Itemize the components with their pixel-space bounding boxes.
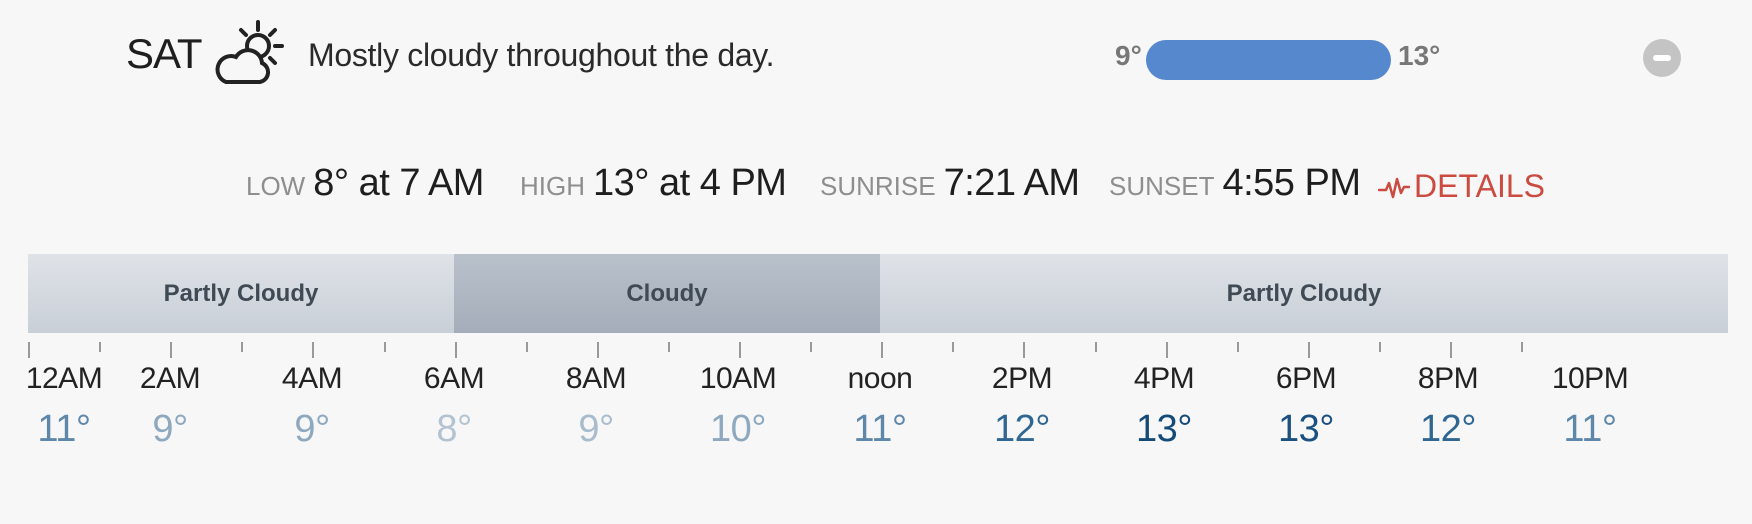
hour-tick	[99, 342, 102, 352]
partly-cloudy-day-icon	[215, 20, 284, 84]
hour-temperature: 13°	[1136, 408, 1192, 450]
hour-temperature: 9°	[578, 408, 614, 450]
hour-temperature: 9°	[294, 408, 330, 450]
hour-label: 12AM	[25, 362, 103, 395]
hour-tick	[1521, 342, 1524, 352]
hour-tick	[1236, 342, 1239, 352]
day-summary-row[interactable]: SAT Mostly cloudy throughout the day. 9°…	[0, 0, 1752, 110]
hour-temperature: 12°	[994, 408, 1050, 450]
hour-temperature: 11°	[37, 408, 91, 450]
hour-tick	[454, 342, 457, 358]
hour-tick	[1307, 342, 1310, 358]
range-low: 9°	[1115, 40, 1142, 71]
hour-tick	[1023, 342, 1026, 358]
conditions-timeline: Partly Cloudy Cloudy Partly Cloudy	[28, 254, 1728, 333]
hour-label: 2AM	[139, 362, 201, 395]
stat-high-label: HIGH	[520, 171, 585, 201]
hour-tick	[810, 342, 813, 352]
hour-tick	[28, 342, 30, 358]
stat-low: LOW 8° at 7 AM	[246, 162, 484, 205]
stat-low-value: 8° at 7 AM	[313, 162, 484, 204]
hour-temperature: 12°	[1420, 408, 1476, 450]
hour-label: 6AM	[423, 362, 485, 395]
stat-sunrise-label: SUNRISE	[820, 171, 936, 201]
hour-label: 8PM	[1417, 362, 1479, 395]
hour-temperature: 11°	[853, 408, 907, 450]
hour-tick	[881, 342, 884, 358]
hour-tick	[1165, 342, 1168, 358]
hour-label: noon	[847, 362, 913, 395]
range-high: 13°	[1398, 40, 1441, 71]
hour-tick	[312, 342, 315, 358]
hour-temperature: 11°	[1563, 408, 1617, 450]
condition-segment: Cloudy	[454, 254, 880, 333]
hour-tick	[525, 342, 528, 352]
hour-tick	[170, 342, 173, 358]
hour-tick	[383, 342, 386, 352]
hour-label: 4AM	[281, 362, 343, 395]
hour-label: 10PM	[1551, 362, 1629, 395]
stat-sunrise-value: 7:21 AM	[943, 162, 1080, 204]
hour-label: 10AM	[699, 362, 777, 395]
hour-tick	[739, 342, 741, 358]
hour-temperature: 9°	[152, 408, 188, 450]
details-link[interactable]: DETAILS	[1377, 168, 1545, 205]
hour-tick	[952, 342, 955, 352]
hour-label: 2PM	[991, 362, 1053, 395]
hour-label: 8AM	[565, 362, 627, 395]
hour-tick	[1378, 342, 1381, 352]
activity-pulse-icon	[1377, 177, 1411, 199]
stat-low-label: LOW	[246, 171, 306, 201]
stat-sunset: SUNSET 4:55 PM	[1109, 162, 1361, 205]
hour-tick	[241, 342, 244, 352]
stat-high-value: 13° at 4 PM	[593, 162, 787, 204]
details-label: DETAILS	[1414, 168, 1545, 204]
hour-temperature: 10°	[710, 408, 766, 450]
hour-tick	[596, 342, 599, 358]
hour-label: 4PM	[1133, 362, 1195, 395]
day-label: SAT	[126, 30, 203, 77]
condition-segment: Partly Cloudy	[880, 254, 1728, 333]
stat-sunset-value: 4:55 PM	[1222, 162, 1361, 204]
day-summary-text: Mostly cloudy throughout the day.	[308, 37, 775, 73]
temperature-range-bar	[1146, 40, 1391, 80]
hour-ticks	[28, 342, 1728, 358]
hour-tick	[1450, 342, 1452, 358]
hour-label: 6PM	[1275, 362, 1337, 395]
hour-temperature: 8°	[436, 408, 472, 450]
stat-sunrise: SUNRISE 7:21 AM	[820, 162, 1080, 205]
collapse-minus-icon[interactable]	[1643, 39, 1681, 77]
stat-high: HIGH 13° at 4 PM	[520, 162, 787, 205]
hour-temperature: 13°	[1278, 408, 1334, 450]
stat-sunset-label: SUNSET	[1109, 171, 1215, 201]
condition-segment: Partly Cloudy	[28, 254, 454, 333]
hour-tick	[1094, 342, 1097, 352]
hour-tick	[667, 342, 670, 352]
